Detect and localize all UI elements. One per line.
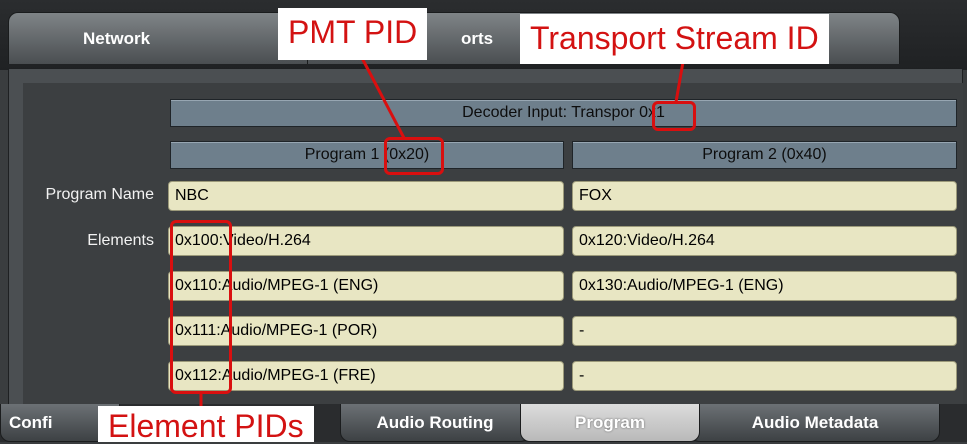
transport-stream-id-connector (674, 61, 685, 103)
annotation-connectors (199, 57, 685, 408)
element-pids-callout: Element PIDs (98, 406, 314, 442)
pmt-pid-connector (360, 57, 406, 139)
pmt-pid-callout: PMT PID (278, 8, 428, 60)
transport-stream-id-callout: Transport Stream ID (520, 14, 829, 64)
